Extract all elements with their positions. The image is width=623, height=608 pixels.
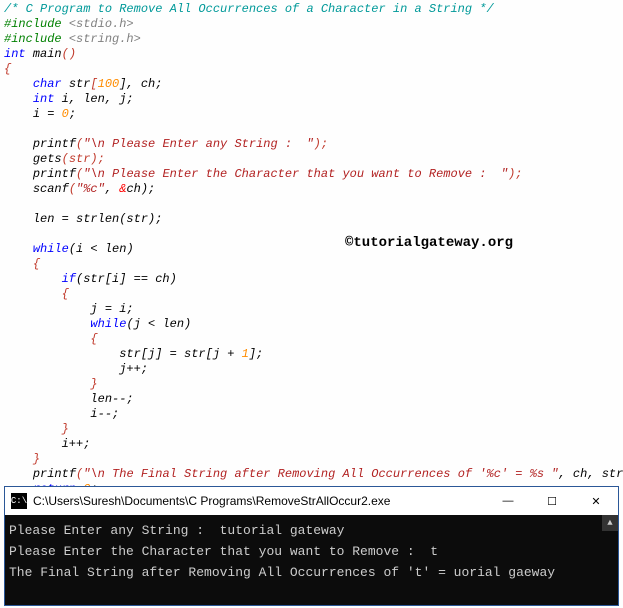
console-window: C:\ C:\Users\Suresh\Documents\C Programs…	[4, 486, 619, 606]
output-line: Please Enter the Character that you want…	[9, 544, 614, 559]
output-line: The Final String after Removing All Occu…	[9, 565, 614, 580]
close-button[interactable]: ✕	[574, 487, 618, 515]
app-icon: C:\	[11, 493, 27, 509]
include-2: #include	[4, 32, 69, 46]
watermark: ©tutorialgateway.org	[345, 236, 513, 251]
window-title: C:\Users\Suresh\Documents\C Programs\Rem…	[33, 494, 486, 508]
main-func: main	[26, 47, 62, 61]
comment: /* C Program to Remove All Occurrences o…	[4, 2, 494, 16]
output-line: Please Enter any String : tutorial gatew…	[9, 523, 614, 538]
console-output: ▲ Please Enter any String : tutorial gat…	[5, 515, 618, 605]
code-editor: /* C Program to Remove All Occurrences o…	[0, 0, 623, 514]
include-1: #include	[4, 17, 69, 31]
maximize-button[interactable]: ☐	[530, 487, 574, 515]
minimize-button[interactable]: —	[486, 487, 530, 515]
titlebar[interactable]: C:\ C:\Users\Suresh\Documents\C Programs…	[5, 487, 618, 515]
scroll-up-icon[interactable]: ▲	[602, 515, 618, 531]
